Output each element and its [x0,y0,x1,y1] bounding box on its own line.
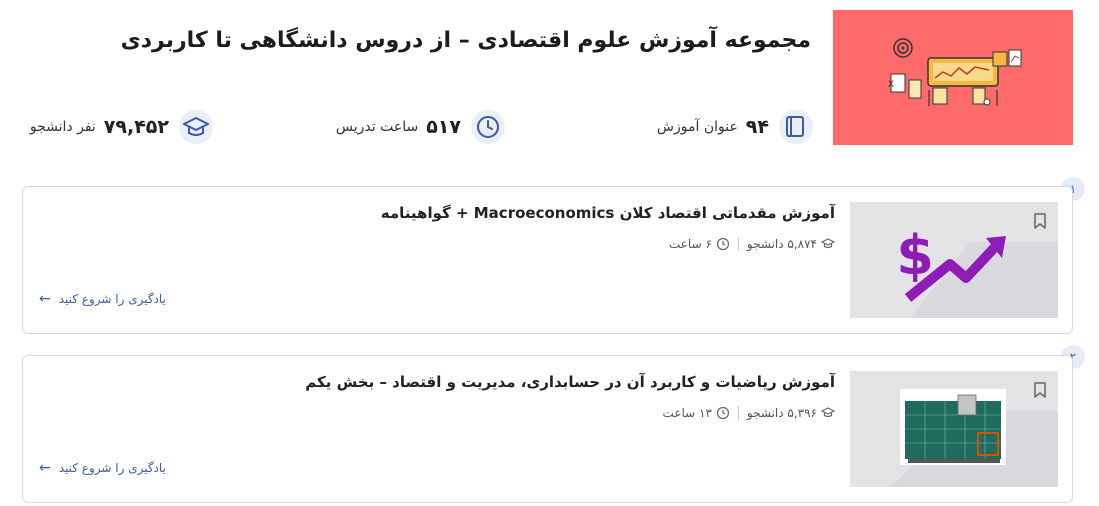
stat-course-count: ۹۴ عنوان آموزش [657,110,813,144]
stat-course-label: عنوان آموزش [656,119,738,135]
course-thumbnail[interactable]: $ [850,202,1058,318]
course-meta: ۵,۳۹۶ دانشجو ۱۳ ساعت [662,406,836,420]
stat-hours-value: ۵۱۷ [426,116,461,138]
arrow-left-icon[interactable]: ← [39,291,51,307]
course-title[interactable]: آموزش مقدماتی اقتصاد کلان Macroeconomics… [381,204,835,222]
start-learning-label[interactable]: یادگیری را شروع کنید [59,461,166,475]
start-learning-link[interactable]: یادگیری را شروع کنید ← [39,291,166,307]
stat-students-label: نفر دانشجو [29,119,96,135]
meta-divider [737,406,739,420]
bookmark-icon[interactable] [1032,212,1048,230]
course-meta: ۵,۸۷۴ دانشجو ۶ ساعت [668,237,836,251]
graduation-cap-icon [179,110,213,144]
stat-student-count: ۷۹,۴۵۲ نفر دانشجو [30,110,213,144]
meta-divider [737,237,739,251]
start-learning-label[interactable]: یادگیری را شروع کنید [59,292,166,306]
course-card[interactable]: $ آموزش مقدماتی اقتصاد کلان Macroeconomi… [22,186,1073,334]
collection-title: مجموعه آموزش علوم اقتصادی – از دروس دانش… [120,28,811,53]
course-title[interactable]: آموزش ریاضیات و کاربرد آن در حسابداری، م… [305,373,835,391]
course-students: ۵,۸۷۴ دانشجو [746,237,817,251]
course-book-icon [779,110,813,144]
course-hours: ۶ ساعت [668,237,712,251]
clock-icon [716,237,730,251]
student-cap-icon [820,406,836,420]
svg-text:X: X [888,80,894,90]
clock-icon [716,406,730,420]
course-card[interactable]: آموزش ریاضیات و کاربرد آن در حسابداری، م… [22,355,1073,503]
course-students: ۵,۳۹۶ دانشجو [746,406,817,420]
bookmark-icon[interactable] [1032,381,1048,399]
course-hours: ۱۳ ساعت [662,406,712,420]
stat-teaching-hours: ۵۱۷ ساعت تدریس [336,110,505,144]
clock-icon [471,110,505,144]
start-learning-link[interactable]: یادگیری را شروع کنید ← [39,460,166,476]
course-thumbnail[interactable] [850,371,1058,487]
collection-cover-image: X [833,10,1073,145]
stat-hours-label: ساعت تدریس [335,119,419,135]
stat-students-value: ۷۹,۴۵۲ [103,116,169,138]
student-cap-icon [820,237,836,251]
arrow-left-icon[interactable]: ← [39,460,51,476]
stat-course-value: ۹۴ [745,116,769,138]
